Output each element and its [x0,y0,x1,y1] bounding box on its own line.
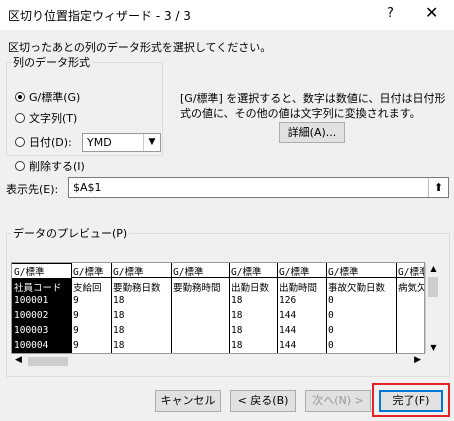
scroll-left-icon[interactable]: ◀ [15,355,22,365]
date-format-select[interactable]: YMD ▼ [82,133,161,152]
column-divider [277,263,278,353]
scroll-right-icon[interactable]: ▶ [414,355,421,365]
preview-cell: 要勤務日数 [113,283,161,294]
column-divider [396,263,397,353]
preview-cell: 126 [279,295,297,306]
chevron-down-icon: ▼ [143,134,160,151]
date-format-value: YMD [87,136,112,149]
instruction-text: 区切ったあとの列のデータ形式を選択してください。 [8,41,272,54]
preview-cell: 9 [73,325,79,336]
scroll-down-icon[interactable]: ▼ [426,343,441,352]
preview-cell: 18 [231,340,243,351]
preview-cell: 9 [73,295,79,306]
advanced-button[interactable]: 詳細(A)... [279,122,345,143]
preview-cell: 18 [231,325,243,336]
preview-column[interactable]: G/標準 出勤時間 126 144 144 144 [277,263,326,353]
scroll-up-icon[interactable]: ▲ [426,264,441,273]
preview-cell: 18 [231,310,243,321]
radio-text[interactable]: 文字列(T) [15,110,77,126]
help-button[interactable]: ? [387,6,394,21]
preview-cell: 100004 [14,340,49,351]
preview-cell: 9 [73,340,79,351]
radio-date-label: 日付(D): [29,136,72,149]
column-format-header: G/標準 [328,267,359,278]
preview-cell: 社員コード [14,283,62,294]
scrollbar-thumb[interactable] [428,277,438,297]
preview-horizontal-scrollbar[interactable]: ◀ ▶ [11,354,425,369]
preview-cell: 144 [279,310,297,321]
preview-cell: 病気欠 [398,283,425,294]
column-format-header: G/標準 [173,267,204,278]
radio-skip[interactable]: 削除する(I) [15,158,85,174]
preview-cell: 144 [279,325,297,336]
column-format-header: G/標準 [231,267,262,278]
destination-label: 表示先(E): [6,183,59,196]
preview-cell: 出勤時間 [279,283,318,294]
preview-column[interactable]: G/標準 事故欠勤日数 0 0 0 0 [326,263,396,353]
radio-unselected-icon [15,161,25,171]
preview-cell: 要勤務時間 [173,283,221,294]
destination-input[interactable]: $A$1 ⬆ [68,177,449,198]
close-button[interactable]: ✕ [425,3,438,22]
next-button[interactable]: 次へ(N) > [305,390,371,412]
preview-cell: 100001 [14,295,49,306]
preview-column[interactable]: G/標準 出勤日数 18 18 18 18 [229,263,277,353]
preview-cell: 9 [73,310,79,321]
preview-cell: 18 [113,310,125,321]
window-title: 区切り位置指定ウィザード - 3 / 3 [8,9,191,23]
preview-cell: 18 [231,295,243,306]
column-format-header: G/標準 [113,267,144,278]
column-divider [171,263,172,353]
column-divider [326,263,327,353]
preview-cell: 100002 [14,310,49,321]
column-format-header: G/標準 [73,267,104,278]
preview-cell: 18 [113,325,125,336]
preview-cell: 100003 [14,325,49,336]
radio-skip-label: 削除する(I) [29,160,85,173]
preview-column[interactable]: G/標準 社員コード 100001 100002 100003 100004 [12,263,71,353]
radio-text-label: 文字列(T) [29,112,78,125]
preview-column[interactable]: G/標準 要勤務時間 [171,263,229,353]
preview-vertical-scrollbar[interactable]: ▲ ▼ [425,262,440,354]
radio-selected-icon [15,92,25,102]
column-divider [111,263,112,353]
title-bar: 区切り位置指定ウィザード - 3 / 3 ? ✕ [0,0,454,30]
preview-column[interactable]: G/標準 要勤務日数 18 18 18 18 [111,263,171,353]
preview-cell: 144 [279,340,297,351]
preview-cell: 0 [328,310,334,321]
preview-cell: 0 [328,295,334,306]
column-format-header: G/標準 [12,264,71,278]
format-description: [G/標準] を選択すると、数字は数値に、日付は日付形式の値に、その他の値は文字… [180,92,446,120]
preview-column[interactable]: G/標準 支給回 9 9 9 9 [71,263,111,353]
back-button[interactable]: < 戻る(B) [230,390,296,412]
collapse-dialog-icon[interactable]: ⬆ [428,178,448,197]
column-format-group: 列のデータ形式 G/標準(G) 文字列(T) 日付(D): 削除する(I) YM… [6,54,163,173]
radio-general-label: G/標準(G) [29,91,81,104]
preview-cell: 出勤日数 [231,283,270,294]
column-format-header: G/標準 [398,267,424,278]
highlight-frame [372,383,450,417]
data-preview-legend: データのプレビュー(P) [13,227,128,240]
preview-column[interactable]: G/標準 病気欠 [396,263,425,353]
column-divider [229,263,230,353]
radio-date[interactable]: 日付(D): [15,134,72,150]
scrollbar-thumb[interactable] [28,357,68,366]
preview-cell: 18 [113,295,125,306]
radio-unselected-icon [15,137,25,147]
radio-general[interactable]: G/標準(G) [15,89,80,105]
radio-unselected-icon [15,113,25,123]
column-format-legend: 列のデータ形式 [13,56,90,69]
column-format-header: G/標準 [279,267,310,278]
preview-cell: 0 [328,340,334,351]
preview-cell: 事故欠勤日数 [328,283,386,294]
preview-cell: 18 [113,340,125,351]
preview-cell: 支給回 [73,283,102,294]
preview-cell: 0 [328,325,334,336]
data-preview-grid[interactable]: G/標準 社員コード 100001 100002 100003 100004 G… [11,262,425,354]
destination-value: $A$1 [73,181,102,194]
column-divider [71,263,72,353]
cancel-button[interactable]: キャンセル [155,390,221,412]
